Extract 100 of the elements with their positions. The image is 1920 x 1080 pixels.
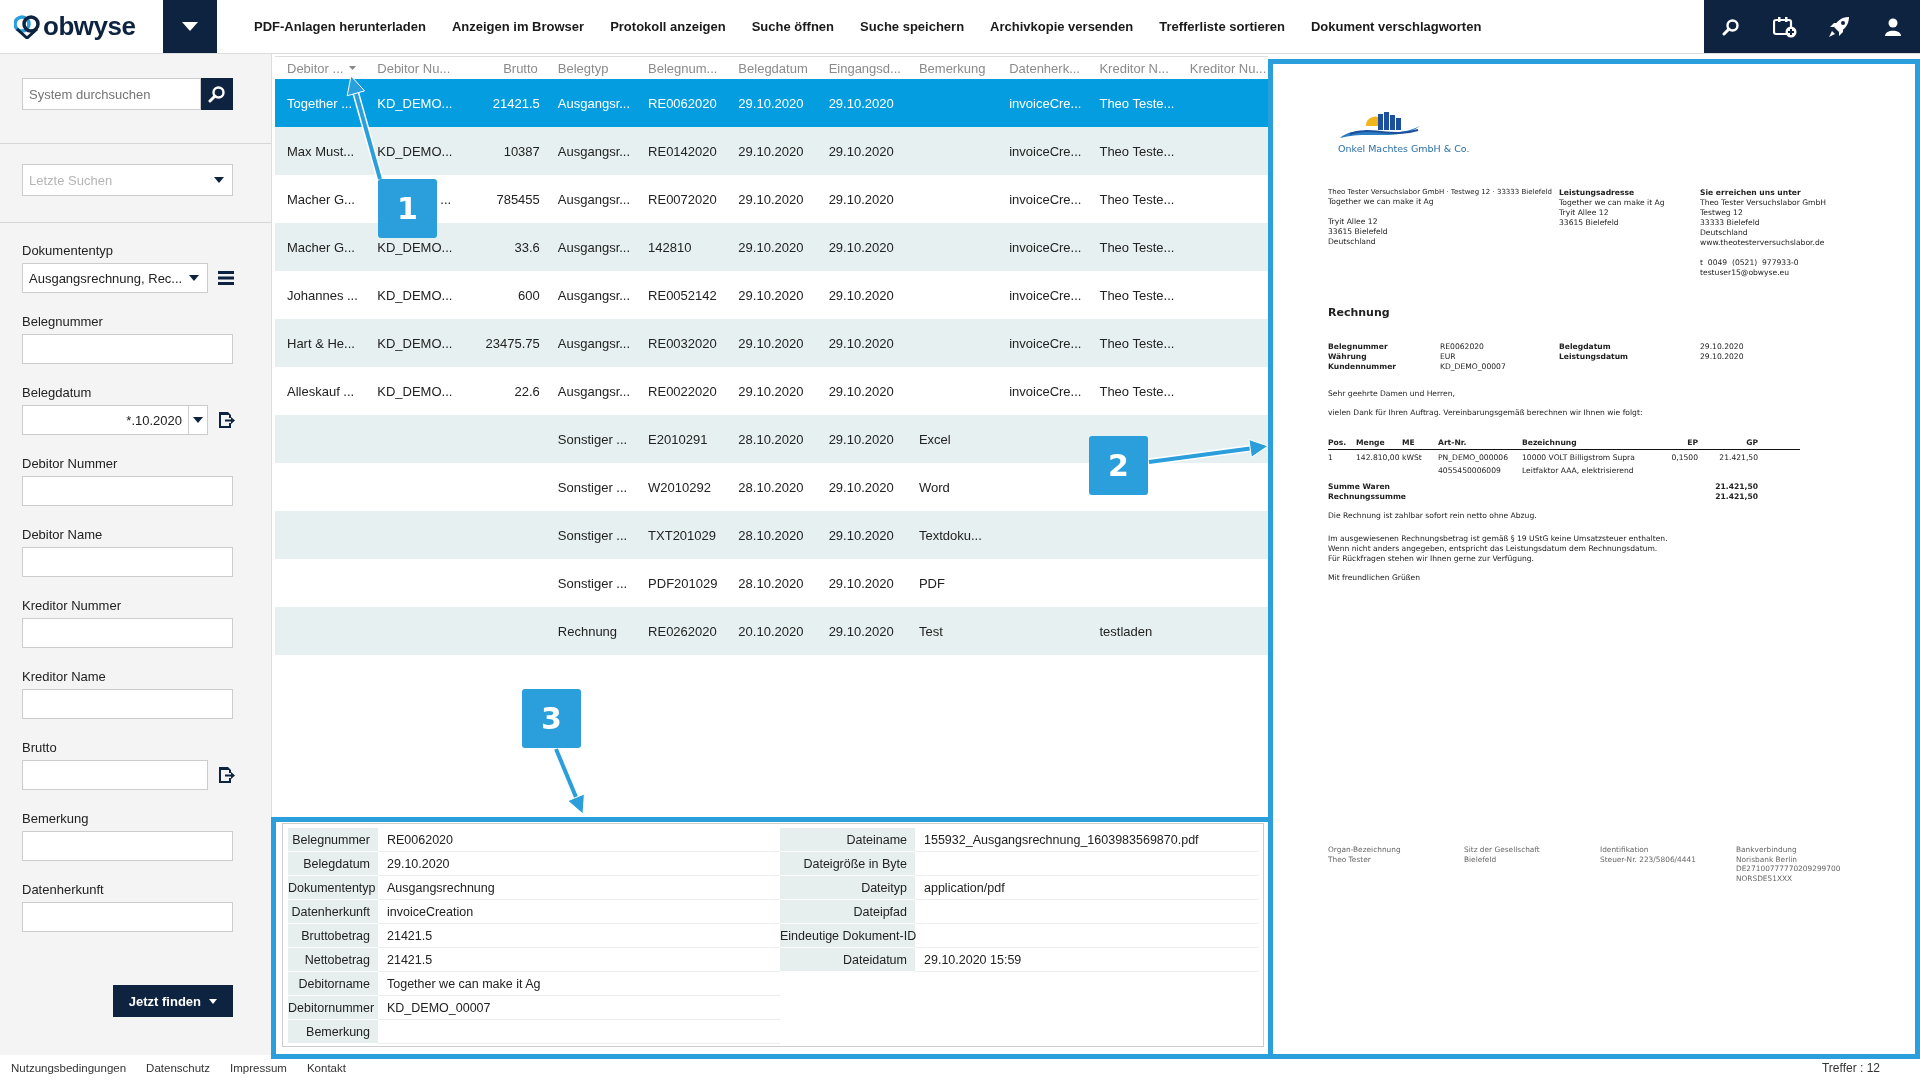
table-cell-text: KD_DEMO... <box>376 238 454 257</box>
column-header[interactable]: Datenherk... <box>997 60 1088 76</box>
search-icon <box>208 85 226 103</box>
detail-label: Eindeutige Dokument-ID <box>780 924 915 948</box>
table-cell-text: 142810 <box>647 238 693 257</box>
input-field[interactable] <box>22 476 233 506</box>
column-header[interactable]: Brutto <box>455 60 546 76</box>
column-header[interactable]: Bemerkung <box>906 60 998 76</box>
table-cell-text: 28.10.2020 <box>737 526 805 545</box>
column-header[interactable]: Belegnum... <box>636 60 727 76</box>
table-cell-text: 29.10.2020 <box>827 430 895 449</box>
search-button[interactable] <box>201 78 233 110</box>
table-cell-text: Theo Teste... <box>1098 382 1176 401</box>
menu-item[interactable]: Suche öffnen <box>738 19 848 34</box>
search-field[interactable]: System durchsuchen <box>22 78 201 110</box>
table-cell-text: 600 <box>517 286 541 305</box>
input-field[interactable] <box>22 618 233 648</box>
detail-label: Nettobetrag <box>288 948 378 972</box>
detail-label: Datenherkunft <box>288 900 378 924</box>
footer-link[interactable]: Kontakt <box>306 1061 346 1074</box>
menu-item[interactable]: Trefferliste sortieren <box>1146 19 1298 34</box>
column-header[interactable]: Kreditor Nu... <box>1177 60 1268 76</box>
table-cell-text: Textdoku... <box>917 526 983 545</box>
select-field[interactable]: Ausgangsrechnung, Rec... <box>22 263 208 293</box>
table-cell-text: Sonstiger ... <box>556 430 629 449</box>
detail-label: Dokumententyp <box>288 876 378 900</box>
table-cell-text: 29.10.2020 <box>827 526 895 545</box>
table-cell-text: KD_DEMO... <box>376 286 454 305</box>
field-label: Brutto <box>22 740 58 756</box>
detail-value: 155932_Ausgangsrechnung_1603983569870.pdf <box>924 833 1199 847</box>
callout-badge: 3 <box>522 689 581 748</box>
footer-link[interactable]: Datenschutz <box>146 1061 211 1074</box>
table-cell-text: Rechnung <box>556 622 619 641</box>
table-cell-text: Max Must... <box>286 142 356 161</box>
table-cell-text: PDF201029 <box>647 574 719 593</box>
table-cell-text: 29.10.2020 <box>827 382 895 401</box>
table-row[interactable]: Macher G... KD_DEMO... 33.6 Ausgangsr... 142810 29.10.2020 29.10.2020 invoiceCre... Theo Teste... <box>275 223 1268 271</box>
menu-item[interactable]: Anzeigen im Browser <box>438 19 598 34</box>
table-cell-text: 29.10.2020 <box>737 382 805 401</box>
column-header[interactable]: Debitor ... <box>275 60 366 76</box>
table-cell-text: 29.10.2020 <box>827 574 895 593</box>
table-cell-text: 28.10.2020 <box>737 574 805 593</box>
input-field[interactable] <box>22 689 233 719</box>
caret-icon <box>209 998 217 1004</box>
table-row[interactable]: Max Must... KD_DEMO... 10387 Ausgangsr... RE0142020 29.10.2020 29.10.2020 invoiceCre... Theo Teste... <box>275 127 1268 175</box>
callout-arrow <box>552 747 585 815</box>
menu-item[interactable]: Dokument verschlagworten <box>1297 19 1495 34</box>
table-cell-text: invoiceCre... <box>1008 142 1083 161</box>
table-row[interactable]: Hart & He... KD_DEMO... 23475.75 Ausgangsr... RE0032020 29.10.2020 29.10.2020 invoiceCre... Theo Teste... <box>275 319 1268 367</box>
table-cell-text: Macher G... <box>286 238 356 257</box>
table-cell-text: Test <box>917 622 944 641</box>
table-cell-text: W2010292 <box>647 478 712 497</box>
menu-dropdown-button[interactable] <box>163 0 217 53</box>
table-row[interactable]: Sonstiger ... TXT201029 28.10.2020 29.10.2020 Textdoku... <box>275 511 1268 559</box>
column-header[interactable]: Eingangsd... <box>816 60 907 76</box>
table-cell-text: 785455 <box>495 190 541 209</box>
menu-item[interactable]: Suche speichern <box>847 19 978 34</box>
column-header[interactable]: Belegdatum <box>726 60 817 76</box>
detail-label: Dateiname <box>780 828 915 852</box>
input-field[interactable] <box>22 760 208 790</box>
list-icon[interactable] <box>218 271 234 285</box>
table-cell-text: invoiceCre... <box>1008 286 1083 305</box>
date-field[interactable]: *.10.2020 <box>22 405 208 435</box>
table-cell-text: RE0262020 <box>647 622 718 641</box>
table-cell-text: invoiceCre... <box>1008 334 1083 353</box>
column-header[interactable]: Debitor Nu... <box>365 60 456 76</box>
table-cell-text: 29.10.2020 <box>737 286 805 305</box>
footer-link[interactable]: Nutzungsbedingungen <box>11 1061 127 1074</box>
table-cell-text: Theo Teste... <box>1098 142 1176 161</box>
table-cell-text: Hart & He... <box>286 334 356 353</box>
table-cell-text: 28.10.2020 <box>737 478 805 497</box>
export-icon <box>218 766 235 784</box>
input-field[interactable] <box>22 334 233 364</box>
table-cell-text: 23475.75 <box>484 334 541 353</box>
table-cell-text: 33.6 <box>513 238 541 257</box>
menu-item[interactable]: PDF-Anlagen herunterladen <box>241 19 439 34</box>
field-label: Dokumententyp <box>22 243 115 259</box>
field-label: Kreditor Name <box>22 669 107 685</box>
field-label: Kreditor Nummer <box>22 598 122 614</box>
search-submit-button[interactable]: Jetzt finden <box>112 985 233 1017</box>
table-cell-text: RE0022020 <box>647 382 718 401</box>
menu-item[interactable]: Protokoll anzeigen <box>597 19 739 34</box>
table-cell-text: Theo Teste... <box>1098 334 1176 353</box>
table-cell-text: 29.10.2020 <box>827 142 895 161</box>
column-header[interactable]: Belegtyp <box>545 60 637 76</box>
table-cell-text: RE0032020 <box>647 334 718 353</box>
input-field[interactable] <box>22 547 233 577</box>
table-cell-text: Theo Teste... <box>1098 238 1176 257</box>
table-row[interactable]: Rechnung RE0262020 20.10.2020 29.10.2020 Test testladen <box>275 607 1268 655</box>
input-field[interactable] <box>22 902 233 932</box>
footer-link[interactable]: Impressum <box>230 1061 287 1074</box>
column-header[interactable]: Kreditor N... <box>1087 60 1178 76</box>
callout-badge: 1 <box>378 179 437 238</box>
table-cell-text: 28.10.2020 <box>737 430 805 449</box>
company-name: Onkel Machtes GmbH & Co. <box>1338 144 1471 154</box>
table-cell-text: 29.10.2020 <box>827 478 895 497</box>
input-field[interactable] <box>22 831 233 861</box>
menu-item[interactable]: Archivkopie versenden <box>977 19 1147 34</box>
table-cell-text: Alleskauf ... <box>286 382 356 401</box>
detail-label: Dateidatum <box>780 948 915 972</box>
